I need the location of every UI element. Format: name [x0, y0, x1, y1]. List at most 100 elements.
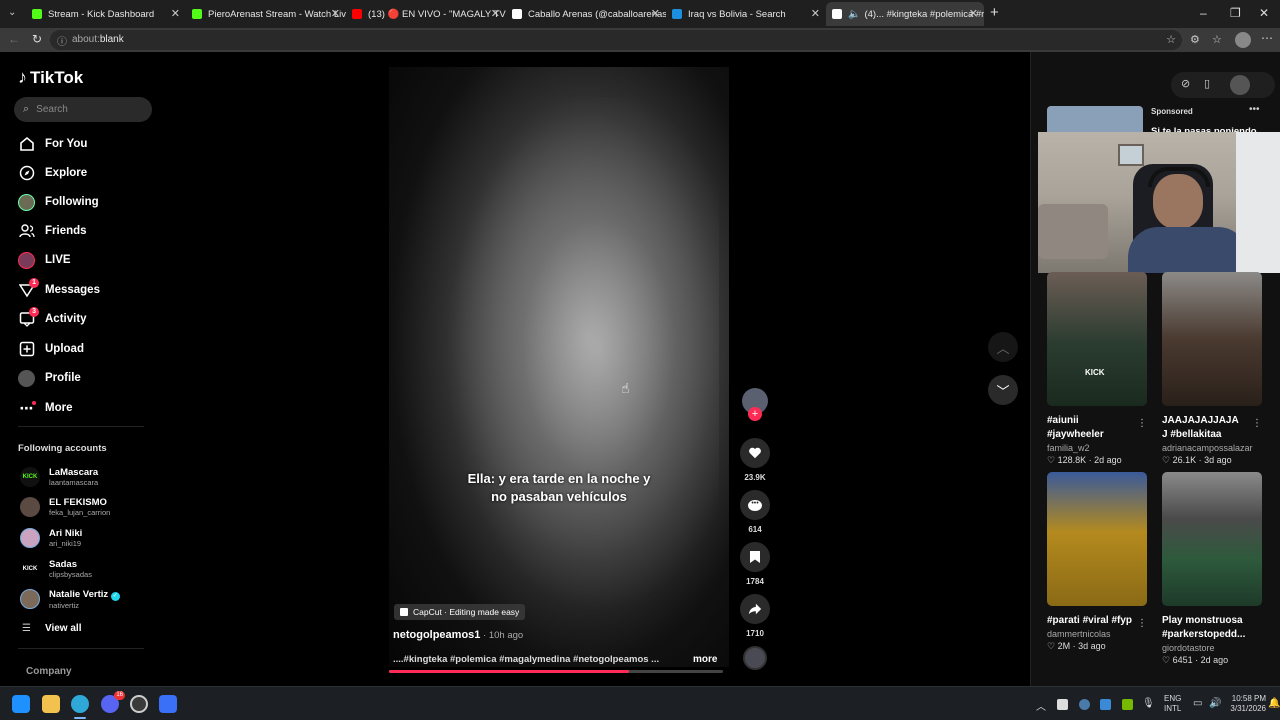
close-tab-icon[interactable]: ✕ [651, 7, 660, 20]
favorites-icon[interactable]: ☆ [1212, 33, 1222, 46]
close-tab-icon[interactable]: ✕ [969, 7, 978, 20]
back-icon[interactable]: ← [8, 32, 20, 46]
url-field[interactable]: ⓘ about:blank ☆ [50, 30, 1182, 50]
view-all-link[interactable]: ☰ View all [22, 623, 81, 634]
previous-video-button[interactable]: ︿ [988, 332, 1018, 362]
nav-explore[interactable]: Explore [18, 162, 87, 184]
nav-following[interactable]: Following [18, 191, 99, 213]
account-lamascara[interactable]: KICK LaMascara laantamascara [20, 463, 98, 491]
video-player[interactable]: Ella: y era tarde en la noche y no pasab… [389, 67, 729, 667]
language-indicator[interactable]: ENG INTL [1164, 694, 1181, 714]
steam-tray-icon[interactable] [1079, 699, 1090, 710]
restore-icon[interactable]: ❐ [1230, 6, 1241, 20]
tab-iraq-bolivia[interactable]: Iraq vs Bolivia - Search ✕ [666, 2, 826, 26]
tab-caballo-arenas[interactable]: Caballo Arenas (@caballoarenas) | ✕ [506, 2, 666, 26]
nav-friends[interactable]: Friends [18, 220, 87, 242]
nav-more[interactable]: ⋯ More [18, 397, 73, 419]
company-link[interactable]: Company [26, 666, 72, 677]
network-icon[interactable]: ▭ [1193, 698, 1202, 709]
close-tab-icon[interactable]: ✕ [811, 7, 820, 20]
tab-kick-dashboard[interactable]: Stream - Kick Dashboard ✕ [26, 2, 186, 26]
edge-browser-icon[interactable] [71, 695, 89, 713]
nav-live[interactable]: LIVE [18, 249, 71, 271]
tab-tiktok-active[interactable]: 🔈 (4)... #kingteka #polemica #r ✕ [826, 2, 984, 26]
tiktok-logo[interactable]: ♪ TikTok [18, 67, 83, 88]
more-button[interactable]: more [693, 654, 717, 665]
browser-menu-icon[interactable]: ⋯ [1261, 31, 1273, 45]
minimize-icon[interactable]: – [1200, 6, 1207, 20]
tray-chevron-icon[interactable]: ︿ [1036, 698, 1046, 713]
card-options-icon[interactable]: ⋮ [1252, 418, 1262, 429]
feed-card[interactable]: KICK #aiunii #jaywheeler familia_w2 ♡ 128… [1047, 272, 1147, 466]
nav-for-you[interactable]: For You [18, 133, 87, 155]
extensions-icon[interactable]: ⚙ [1190, 33, 1200, 46]
tiktok-favicon-icon [512, 9, 522, 19]
feed-age: 2d ago [1200, 655, 1229, 665]
favorite-star-icon[interactable]: ☆ [1166, 33, 1176, 46]
profile-avatar-icon [18, 369, 35, 387]
nvidia-tray-icon[interactable] [1122, 699, 1133, 710]
refresh-icon[interactable]: ↻ [32, 32, 42, 46]
search-input[interactable]: ⌕ Search [14, 97, 152, 122]
account-ari-niki[interactable]: Ari Niki ari_niki19 [20, 524, 82, 552]
feed-card[interactable]: Play monstruosa #parkerstopedd... giordot… [1162, 472, 1262, 666]
card-options-icon[interactable]: ⋮ [1137, 618, 1147, 629]
tab-title: Stream - Kick Dashboard [48, 8, 155, 20]
feed-age: 3d ago [1078, 641, 1106, 651]
next-video-button[interactable]: ﹀ [988, 375, 1018, 405]
comment-button[interactable]: ••• 614 [738, 490, 772, 534]
tab-actions-icon[interactable]: ⌄ [8, 7, 16, 18]
account-sadas[interactable]: KICK Sadas clipsbysadas [20, 555, 92, 583]
capcut-tag[interactable]: CapCut · Editing made easy [394, 604, 526, 620]
video-progress-track[interactable] [389, 670, 723, 673]
like-button[interactable]: 23.9K [738, 438, 772, 482]
close-tab-icon[interactable]: ✕ [331, 7, 340, 20]
sponsored-options-icon[interactable]: ••• [1249, 104, 1260, 115]
tab-youtube-live[interactable]: (13) 🔴 EN VIVO - "MAGALY TV LA ✕ [346, 2, 506, 26]
coins-icon[interactable]: ⊘ [1181, 77, 1190, 90]
account-natalie-vertiz[interactable]: Natalie Vertiz ✓ nativertiz [20, 585, 120, 613]
share-button[interactable]: 1710 [738, 594, 772, 638]
nav-activity[interactable]: 3 Activity [18, 306, 87, 330]
profile-avatar[interactable] [1235, 32, 1251, 48]
device-icon[interactable]: ▯ [1204, 77, 1210, 90]
close-tab-icon[interactable]: ✕ [491, 7, 500, 20]
tray-app-icon[interactable] [1057, 699, 1068, 710]
feed-card[interactable]: JAAJAJAJJAJA J #bellakitaa adrianacamposs… [1162, 272, 1262, 466]
caption-line: J #bellakitaa [1162, 429, 1222, 440]
app-icon[interactable] [159, 695, 177, 713]
user-avatar[interactable] [1230, 75, 1250, 95]
obs-icon[interactable] [130, 695, 148, 713]
account-el-fekismo[interactable]: EL FEKISMO feka_lujan_carrion [20, 493, 110, 521]
windows-start-icon[interactable] [12, 695, 30, 713]
nav-profile[interactable]: Profile [18, 367, 81, 389]
nav-upload[interactable]: Upload [18, 338, 84, 360]
microphone-icon[interactable]: 🎙 [1142, 698, 1155, 709]
nav-label: More [45, 402, 73, 414]
nav-label: Following [45, 196, 99, 208]
music-disc-avatar[interactable] [738, 646, 772, 670]
nav-messages[interactable]: 1 Messages [18, 277, 100, 301]
discord-icon[interactable]: 16 [101, 691, 125, 713]
nav-label: Friends [45, 225, 87, 237]
tab-audio-icon[interactable]: 🔈 [848, 9, 860, 20]
tab-piero-stream[interactable]: PieroArenast Stream - Watch Live ✕ [186, 2, 346, 26]
nav-label: For You [45, 138, 88, 150]
notifications-icon[interactable]: 🔔 [1268, 698, 1280, 709]
clock[interactable]: 10:58 PM 3/31/2026 [1228, 694, 1266, 714]
feed-card[interactable]: #parati #viral #fyp dammertnicolas ♡ 2M … [1047, 472, 1147, 652]
save-button[interactable]: 1784 [738, 542, 772, 586]
webcam-window [1236, 132, 1280, 273]
file-explorer-icon[interactable] [42, 695, 60, 713]
new-tab-icon[interactable]: + [990, 4, 999, 21]
volume-tray-icon[interactable]: 🔊 [1209, 698, 1221, 709]
follow-plus-icon[interactable]: + [748, 407, 762, 421]
card-options-icon[interactable]: ⋮ [1137, 418, 1147, 429]
avatar [20, 589, 40, 609]
close-window-icon[interactable]: ✕ [1259, 6, 1269, 20]
tray-app-icon[interactable] [1100, 699, 1111, 710]
creator-avatar[interactable]: + [738, 388, 772, 421]
close-tab-icon[interactable]: ✕ [171, 7, 180, 20]
feed-thumbnail [1162, 272, 1262, 406]
video-author[interactable]: netogolpeamos1 [393, 629, 480, 641]
